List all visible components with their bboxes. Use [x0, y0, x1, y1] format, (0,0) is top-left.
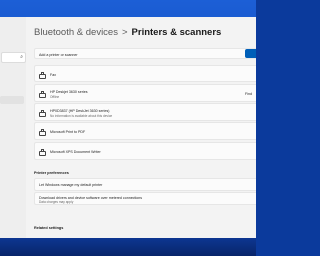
sidebar: ⌕: [0, 17, 26, 238]
printer-status: Offline: [50, 95, 60, 99]
add-device-button[interactable]: [245, 49, 256, 58]
preference-label: Let Windows manage my default printer: [39, 183, 103, 187]
preference-sublabel: Data charges may apply: [39, 200, 74, 204]
breadcrumb: Bluetooth & devices > Printers & scanners: [34, 27, 221, 38]
printer-row[interactable]: HP0D3837 (HP DeskJet 3630 series) No inf…: [34, 103, 256, 121]
sidebar-item-bluetooth-devices[interactable]: [0, 96, 24, 104]
printer-row[interactable]: Fax: [34, 65, 256, 82]
settings-window: ⌕ Bluetooth & devices > Printers & scanner…: [0, 17, 256, 238]
printer-name: HP Deskjet 3630 series: [50, 90, 88, 94]
printer-name: Fax: [50, 72, 56, 77]
printer-icon: [39, 110, 46, 117]
search-icon: ⌕: [20, 54, 23, 60]
printer-name: Microsoft Print to PDF: [50, 130, 86, 134]
printer-name: HP0D3837 (HP DeskJet 3630 series): [50, 109, 110, 113]
sidebar-search-input[interactable]: ⌕: [1, 52, 26, 63]
preference-label: Download drivers and device software ove…: [39, 195, 143, 200]
printer-icon: [39, 149, 46, 156]
find-link[interactable]: Find: [245, 92, 252, 96]
section-title-related-settings: Related settings: [34, 226, 64, 230]
printer-icon: [39, 129, 46, 136]
preference-row[interactable]: Download drivers and device software ove…: [34, 192, 256, 205]
add-printer-card: Add a printer or scanner: [34, 48, 256, 59]
breadcrumb-separator: >: [121, 27, 128, 38]
breadcrumb-parent[interactable]: Bluetooth & devices: [34, 27, 118, 38]
printer-icon: [39, 91, 46, 98]
printer-row[interactable]: Microsoft XPS Document Writer: [34, 142, 256, 160]
add-printer-label: Add a printer or scanner: [39, 52, 78, 57]
printer-row[interactable]: Microsoft Print to PDF: [34, 122, 256, 140]
section-title-printer-preferences: Printer preferences: [34, 171, 69, 175]
printer-row[interactable]: HP Deskjet 3630 series Offline: [34, 84, 256, 102]
printer-status: No information is available about this d…: [50, 114, 113, 118]
printer-name: Microsoft XPS Document Writer: [50, 150, 101, 154]
page-title: Printers & scanners: [131, 27, 222, 38]
printer-icon: [39, 72, 46, 79]
preference-row[interactable]: Let Windows manage my default printer: [34, 178, 256, 191]
taskbar: [0, 238, 256, 256]
